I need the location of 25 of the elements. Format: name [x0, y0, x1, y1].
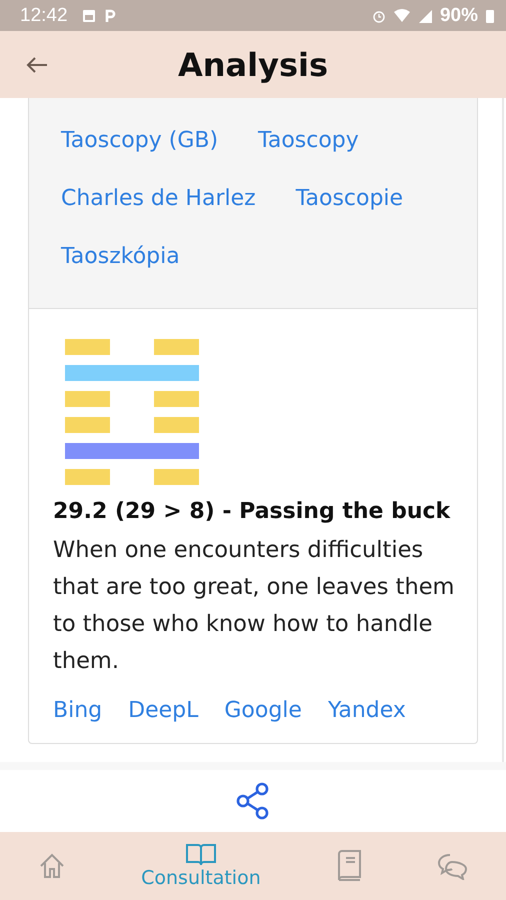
parking-icon	[104, 8, 116, 22]
source-link[interactable]: Taoscopy	[258, 128, 359, 186]
source-link[interactable]: Charles de Harlez	[61, 186, 256, 244]
nav-tab[interactable]	[436, 852, 469, 880]
battery-percent: 90%	[440, 4, 478, 26]
source-link[interactable]: Taoszkópia	[61, 244, 180, 302]
source-link[interactable]: Taoscopie	[296, 186, 404, 244]
translate-link[interactable]: DeepL	[128, 698, 198, 723]
source-link[interactable]: Taoscopy (GB)	[61, 128, 218, 186]
translate-link[interactable]: Google	[224, 698, 302, 723]
battery-icon	[486, 8, 494, 22]
translate-link[interactable]: Yandex	[328, 698, 406, 723]
wifi-icon	[394, 8, 410, 22]
line-title: 29.2 (29 > 8) - Passing the buck	[53, 499, 452, 524]
line-description: When one encounters difficulties that are too great, one leaves them to those who know how to handle them.	[53, 536, 456, 676]
signal-icon	[418, 8, 432, 22]
share-button[interactable]	[235, 782, 271, 820]
alarm-icon	[372, 8, 386, 22]
page-title: Analysis	[176, 46, 330, 84]
nav-tab[interactable]: Consultation	[141, 843, 261, 889]
status-time: 12:42	[20, 4, 68, 26]
calendar-icon	[82, 8, 96, 22]
chat-icon	[436, 852, 469, 880]
open-book-icon	[184, 843, 217, 867]
translate-link[interactable]: Bing	[53, 698, 102, 723]
